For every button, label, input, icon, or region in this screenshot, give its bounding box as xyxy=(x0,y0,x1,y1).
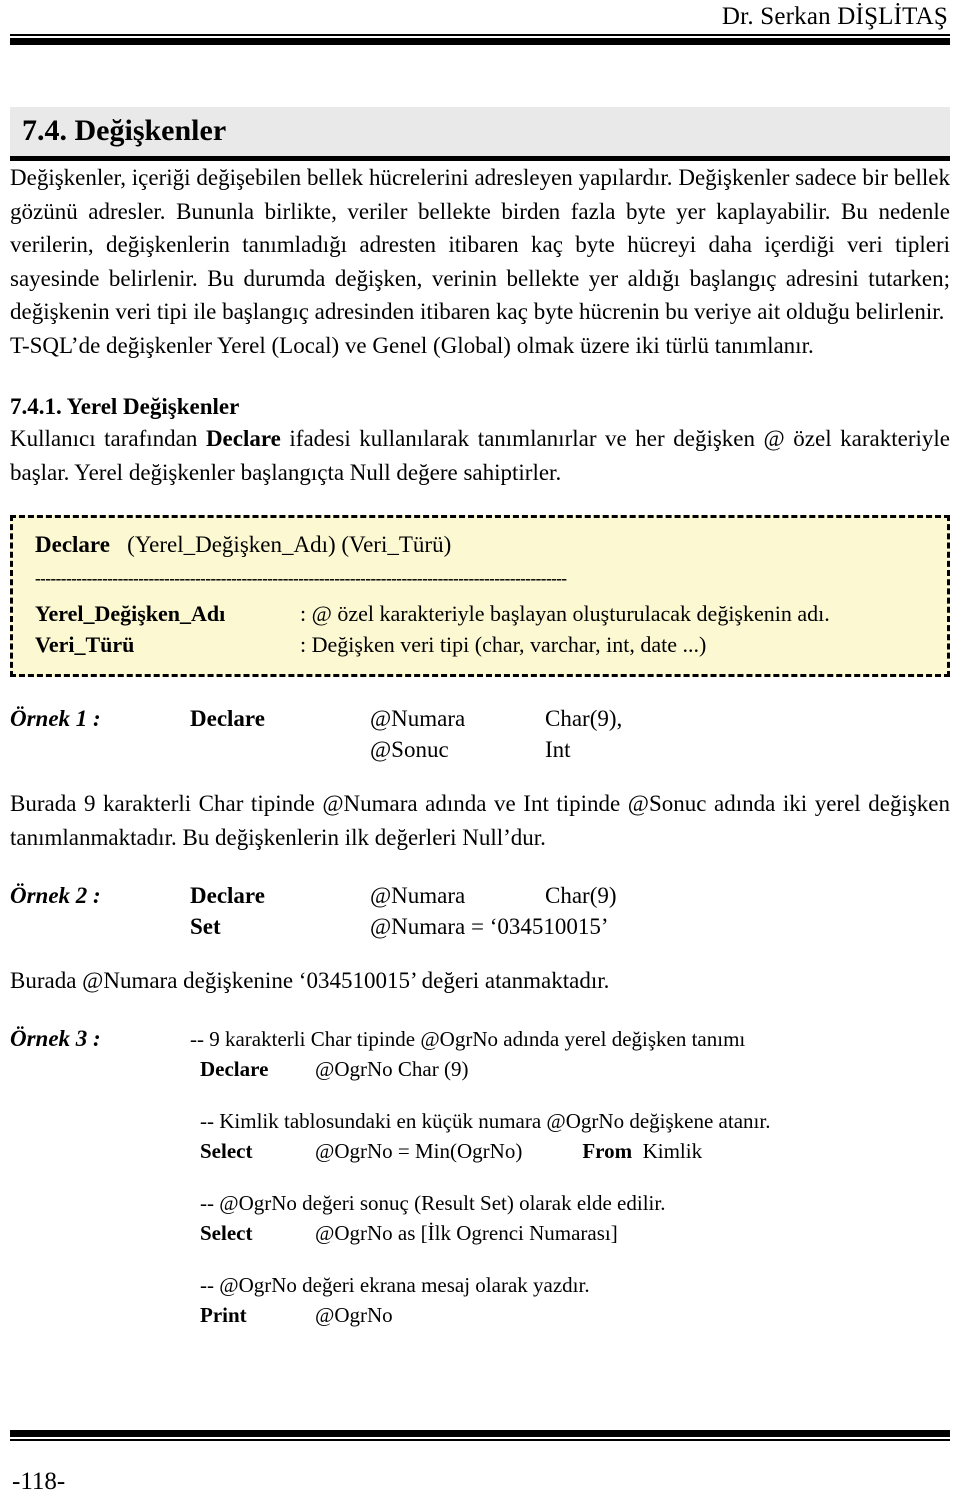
example2-type-char9: Char(9) xyxy=(545,883,617,908)
example3-comment-3: -- @OgrNo değeri sonuç (Result Set) olar… xyxy=(200,1190,666,1215)
header-author-name: Dr. Serkan DİŞLİTAŞ xyxy=(721,3,948,30)
document-page: Dr. Serkan DİŞLİTAŞ 7.4. Değişkenler Değ… xyxy=(0,0,960,1503)
example3-keyword-declare: Declare xyxy=(200,1056,269,1081)
example3-comment-line: -- Kimlik tablosundaki en küçük numara @… xyxy=(10,1106,950,1136)
example-label-1: Örnek 1 : xyxy=(10,706,101,731)
example1-keyword-declare: Declare xyxy=(190,706,265,731)
example-block-3: Örnek 3 : -- 9 karakterli Char tipinde @O… xyxy=(10,1024,950,1330)
declare-keyword-inline: Declare xyxy=(205,426,281,451)
syntax-keyword-declare: Declare xyxy=(35,532,110,557)
example3-table-kimlik: Kimlik xyxy=(642,1138,703,1163)
example3-spacer xyxy=(10,1084,950,1106)
syntax-term-data-type: Veri_Türü xyxy=(35,632,135,657)
syntax-desc-variable-name: : @ özel karakteriyle başlayan oluşturul… xyxy=(300,601,830,626)
example3-keyword-from: From xyxy=(582,1138,633,1163)
example3-code-line: Declare @OgrNo Char (9) xyxy=(10,1054,950,1084)
example3-comment-4: -- @OgrNo değeri ekrana mesaj olarak yaz… xyxy=(200,1272,590,1297)
scope-paragraph: T-SQL’de değişkenler Yerel (Local) ve Ge… xyxy=(10,332,814,358)
header-divider-thick-line xyxy=(10,38,950,45)
example-row: Set @Numara = ‘034510015’ xyxy=(10,911,950,942)
syntax-separator: ----------------------------------------… xyxy=(35,569,567,588)
example3-select-expr-2: @OgrNo as [İlk Ogrenci Numarası] xyxy=(315,1220,618,1245)
syntax-signature-params: (Yerel_Değişken_Adı) (Veri_Türü) xyxy=(127,532,452,557)
example-row: Örnek 2 : Declare @Numara Char(9) xyxy=(10,880,950,911)
example3-code-line: Select @OgrNo = Min(OgrNo) From Kimlik xyxy=(10,1136,950,1166)
example-row: @Sonuc Int xyxy=(10,734,950,765)
example2-keyword-declare: Declare xyxy=(190,883,265,908)
example2-keyword-set: Set xyxy=(190,914,221,939)
local-variables-paragraph: Kullanıcı tarafından Declare ifadesi kul… xyxy=(10,422,950,489)
example3-first-line: Örnek 3 : -- 9 karakterli Char tipinde @O… xyxy=(10,1024,950,1054)
syntax-definition-row: Veri_Türü : Değişken veri tipi (char, var… xyxy=(35,629,933,660)
syntax-term-variable-name: Yerel_Değişken_Adı xyxy=(35,601,226,626)
intro-paragraph: Değişkenler, içeriği değişebilen bellek … xyxy=(10,165,950,324)
example-row: Örnek 1 : Declare @Numara Char(9), xyxy=(10,703,950,734)
footer-divider xyxy=(10,1430,950,1441)
example3-comment-line: -- @OgrNo değeri sonuç (Result Set) olar… xyxy=(10,1188,950,1218)
local-intro-text-a: Kullanıcı tarafından xyxy=(10,426,206,451)
syntax-desc-data-type: : Değişken veri tipi (char, varchar, int… xyxy=(300,632,707,657)
example1-variable-numara: @Numara xyxy=(370,706,466,731)
example3-keyword-select-2: Select xyxy=(200,1220,253,1245)
example2-variable-numara: @Numara xyxy=(370,883,466,908)
example3-print-expr: @OgrNo xyxy=(315,1302,393,1327)
example3-comment-line: -- @OgrNo değeri ekrana mesaj olarak yaz… xyxy=(10,1270,950,1300)
example3-comment-2: -- Kimlik tablosundaki en küçük numara @… xyxy=(200,1108,771,1133)
example-block-1: Örnek 1 : Declare @Numara Char(9), @Sonuc In… xyxy=(10,703,950,765)
header-divider xyxy=(10,34,950,45)
example3-code-line: Print @OgrNo xyxy=(10,1300,950,1330)
example3-declare-expr: @OgrNo Char (9) xyxy=(315,1056,469,1081)
subsection-heading-local-variables: 7.4.1. Yerel Değişkenler xyxy=(10,394,240,419)
example3-spacer xyxy=(10,1166,950,1188)
syntax-definition-row: Yerel_Değişken_Adı : @ özel karakteriyle … xyxy=(35,598,933,629)
example3-comment-1: -- 9 karakterli Char tipinde @OgrNo adın… xyxy=(190,1026,746,1051)
example1-type-char9: Char(9), xyxy=(545,706,623,731)
footer-divider-thick-line xyxy=(10,1430,950,1437)
example1-note: Burada 9 karakterli Char tipinde @Numara… xyxy=(10,791,950,850)
example3-code-line: Select @OgrNo as [İlk Ogrenci Numarası] xyxy=(10,1218,950,1248)
page-header: Dr. Serkan DİŞLİTAŞ xyxy=(10,0,950,45)
page-number: -118- xyxy=(12,1468,66,1495)
section-heading: 7.4. Değişkenler xyxy=(10,107,950,161)
example2-note: Burada @Numara değişkenine ‘034510015’ d… xyxy=(10,968,610,993)
example3-keyword-select-1: Select xyxy=(200,1138,253,1163)
example1-type-int: Int xyxy=(545,737,571,762)
page-title: 7.4. Değişkenler xyxy=(10,107,950,156)
example1-variable-sonuc: @Sonuc xyxy=(370,737,449,762)
example-block-2: Örnek 2 : Declare @Numara Char(9) Set @Numar… xyxy=(10,880,950,942)
example3-select-expr-1: @OgrNo = Min(OgrNo) xyxy=(315,1138,523,1163)
syntax-signature-line: Declare (Yerel_Değişken_Adı) (Veri_Türü) xyxy=(35,528,933,562)
page-footer: -118- xyxy=(10,1430,950,1497)
example3-spacer xyxy=(10,1248,950,1270)
syntax-box: Declare (Yerel_Değişken_Adı) (Veri_Türü)… xyxy=(10,515,950,677)
example-label-3: Örnek 3 : xyxy=(10,1025,101,1051)
example2-assignment: @Numara = ‘034510015’ xyxy=(370,914,609,939)
example3-keyword-print: Print xyxy=(200,1302,247,1327)
example-label-2: Örnek 2 : xyxy=(10,883,101,908)
